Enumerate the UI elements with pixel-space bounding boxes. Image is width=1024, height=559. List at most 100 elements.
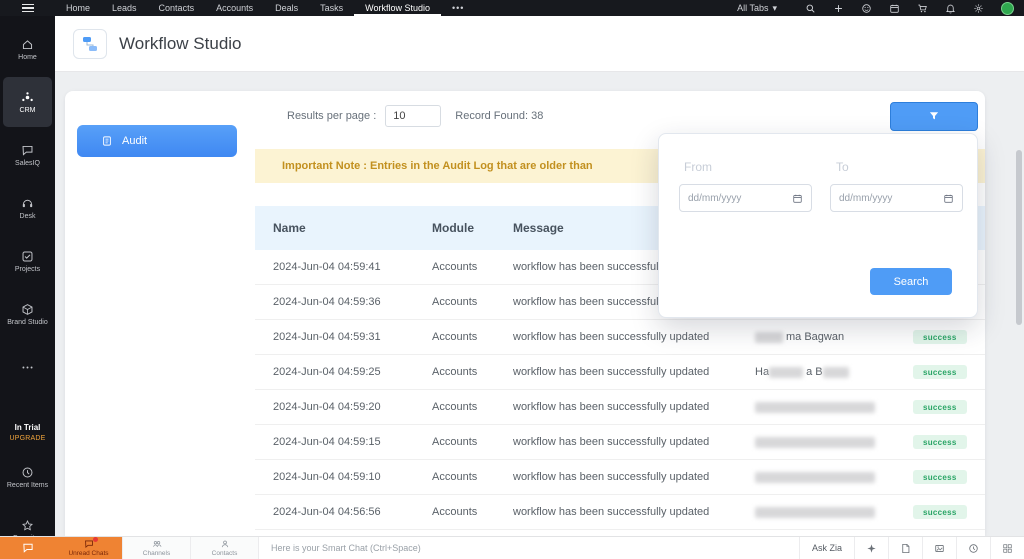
bottom-tab-label: Contacts	[212, 550, 238, 557]
to-label: To	[836, 160, 849, 174]
home-icon	[21, 38, 34, 51]
results-per-page-input[interactable]	[385, 105, 441, 127]
trial-status: In Trial	[0, 423, 55, 432]
cell-message: workflow has been successfully updated	[513, 436, 755, 448]
redacted-text	[755, 332, 783, 343]
smiley-icon[interactable]	[861, 3, 872, 14]
from-date-input[interactable]: dd/mm/yyyy	[679, 184, 812, 212]
workflow-studio-screen: HomeLeadsContactsAccountsDealsTasksWorkf…	[0, 0, 1024, 559]
nav-item-home[interactable]: Home	[55, 0, 101, 16]
bottom-tab-unread-chats[interactable]: Unread Chats	[55, 537, 123, 559]
to-date-placeholder: dd/mm/yyyy	[839, 193, 892, 204]
vertical-scrollbar[interactable]	[1016, 150, 1022, 325]
bottom-tab-contacts[interactable]: Contacts	[191, 537, 259, 559]
sidebar-apps: Home CRM SalesIQ Desk ProjectsBrand Studio	[0, 24, 55, 395]
popup-inputs: dd/mm/yyyy dd/mm/yyyy	[659, 174, 977, 212]
redacted-text	[823, 367, 849, 378]
user-name-fragment: Ha	[755, 366, 769, 378]
to-date-input[interactable]: dd/mm/yyyy	[830, 184, 963, 212]
sidebar-item-label: CRM	[20, 107, 36, 114]
cell-status: success	[905, 470, 985, 484]
hamburger-menu-icon[interactable]	[0, 0, 55, 16]
cell-status: success	[905, 505, 985, 519]
clock-icon[interactable]	[956, 537, 990, 559]
unread-badge	[93, 537, 98, 542]
nav-more-button[interactable]: •••	[441, 0, 475, 16]
cart-icon[interactable]	[917, 3, 928, 14]
bell-icon[interactable]	[945, 3, 956, 14]
table-toolbar: Results per page : Record Found: 38	[255, 101, 985, 131]
cell-user: Haa B	[755, 366, 905, 378]
user-avatar[interactable]	[1001, 2, 1014, 15]
bottom-tab-label: Unread Chats	[68, 550, 108, 557]
filter-button[interactable]	[890, 102, 978, 131]
cell-status: success	[905, 365, 985, 379]
sidebar-item-label: Home	[18, 54, 37, 61]
smart-chat-input[interactable]: Here is your Smart Chat (Ctrl+Space)	[259, 537, 799, 559]
image-icon[interactable]	[922, 537, 956, 559]
desk-icon	[21, 197, 34, 210]
nav-item-accounts[interactable]: Accounts	[205, 0, 264, 16]
gear-icon[interactable]	[973, 3, 984, 14]
nav-item-workflow-studio[interactable]: Workflow Studio	[354, 0, 441, 16]
date-calendar-icon	[943, 193, 954, 204]
app-sidebar: Home CRM SalesIQ Desk ProjectsBrand Studio I…	[0, 16, 55, 536]
search-button[interactable]: Search	[870, 268, 952, 295]
sidebar-item-recent-items[interactable]: Recent Items	[3, 452, 52, 502]
from-date-placeholder: dd/mm/yyyy	[688, 193, 741, 204]
bottom-tab-channels[interactable]: Channels	[123, 537, 191, 559]
chat-bubble-icon	[22, 542, 34, 554]
nav-spacer	[475, 0, 737, 16]
smart-chat-launcher[interactable]	[0, 537, 55, 559]
table-row: 2024-Jun-04 04:56:56Accountsworkflow has…	[255, 495, 985, 530]
calendar-icon[interactable]	[889, 3, 900, 14]
sidebar-item-projects[interactable]: Projects	[3, 236, 52, 286]
sidebar-item-home[interactable]: Home	[3, 24, 52, 74]
redacted-text	[755, 507, 875, 518]
redacted-text	[755, 472, 875, 483]
cell-name: 2024-Jun-04 04:59:36	[273, 296, 432, 308]
grid-icon[interactable]	[990, 537, 1024, 559]
results-per-page-label: Results per page :	[287, 110, 376, 122]
brand-studio-icon	[21, 303, 34, 316]
sidebar-item-label: Desk	[20, 213, 36, 220]
sidebar-item-crm[interactable]: CRM	[3, 77, 52, 127]
cell-message: workflow has been successfully updated	[513, 471, 755, 483]
top-nav: HomeLeadsContactsAccountsDealsTasksWorkf…	[0, 0, 1024, 16]
note-icon[interactable]	[888, 537, 922, 559]
search-icon[interactable]	[805, 3, 816, 14]
cell-module: Accounts	[432, 436, 513, 448]
plus-icon[interactable]	[833, 3, 844, 14]
status-badge: success	[913, 470, 967, 484]
nav-item-tasks[interactable]: Tasks	[309, 0, 354, 16]
upgrade-link[interactable]: UPGRADE	[0, 435, 55, 442]
cell-name: 2024-Jun-04 04:59:41	[273, 261, 432, 273]
audit-tab[interactable]: Audit	[77, 125, 237, 157]
popup-labels: From To	[659, 134, 977, 174]
cell-name: 2024-Jun-04 04:59:31	[273, 331, 432, 343]
cell-user	[755, 436, 905, 448]
sidebar-item-salesiq[interactable]: SalesIQ	[3, 130, 52, 180]
zia-sparkle-icon[interactable]	[854, 537, 888, 559]
nav-item-contacts[interactable]: Contacts	[148, 0, 206, 16]
redacted-text	[755, 437, 875, 448]
table-row: 2024-Jun-04 04:59:15Accountsworkflow has…	[255, 425, 985, 460]
contacts-icon	[220, 539, 230, 549]
nav-item-leads[interactable]: Leads	[101, 0, 148, 16]
all-tabs-dropdown[interactable]: All Tabs ▾	[737, 0, 777, 16]
projects-icon	[21, 250, 34, 263]
status-badge: success	[913, 400, 967, 414]
ask-zia-button[interactable]: Ask Zia	[799, 537, 854, 559]
sidebar-item-brand-studio[interactable]: Brand Studio	[3, 289, 52, 339]
chevron-down-icon: ▾	[772, 3, 777, 14]
cell-module: Accounts	[432, 506, 513, 518]
more-icon	[21, 361, 34, 374]
sidebar-item-desk[interactable]: Desk	[3, 183, 52, 233]
status-badge: success	[913, 505, 967, 519]
sidebar-item-more[interactable]	[3, 342, 52, 392]
cell-name: 2024-Jun-04 04:59:25	[273, 366, 432, 378]
channels-icon	[152, 539, 162, 549]
status-badge: success	[913, 365, 967, 379]
nav-item-deals[interactable]: Deals	[264, 0, 309, 16]
chat-tabs: Unread Chats Channels Contacts	[55, 537, 259, 559]
